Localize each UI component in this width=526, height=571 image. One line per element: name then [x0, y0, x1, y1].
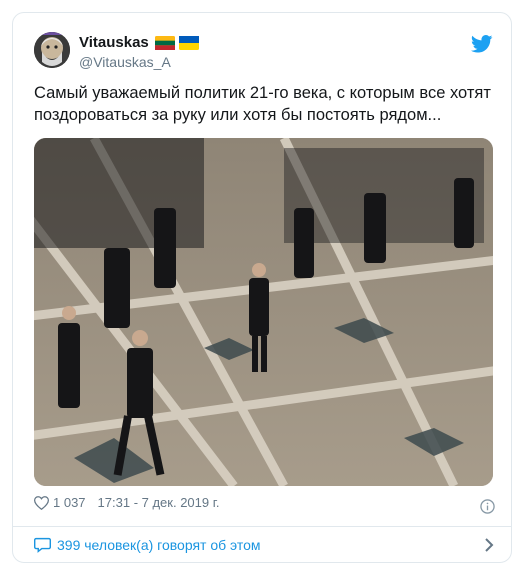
photo-scene [34, 138, 493, 486]
ukraine-flag-icon [178, 35, 199, 50]
twitter-bird-icon[interactable] [471, 35, 493, 53]
info-icon[interactable] [480, 499, 495, 514]
conversation-count-text: 399 человек(а) говорят об этом [57, 537, 261, 553]
speech-bubble-icon [34, 537, 51, 553]
lithuania-flag-icon [154, 35, 175, 50]
conversation-link[interactable]: 399 человек(а) говорят об этом [34, 535, 494, 555]
tweet-card: Vitauskas @Vitauskas_A Самый уважаемый п… [12, 12, 512, 563]
tweet-timestamp[interactable]: 17:31 - 7 дек. 2019 г. [98, 495, 220, 510]
author-flags [154, 35, 199, 50]
like-count: 1 037 [53, 495, 86, 510]
author-row: Vitauskas [79, 34, 199, 51]
tweet-photo[interactable] [34, 138, 493, 486]
author-handle[interactable]: @Vitauskas_A [79, 54, 171, 70]
tweet-text-line-1: Самый уважаемый политик 21-го века, с ко… [34, 84, 491, 102]
tweet-text: Самый уважаемый политик 21-го века, с ко… [34, 82, 494, 126]
author-name[interactable]: Vitauskas [79, 34, 149, 51]
heart-icon [34, 495, 49, 510]
tweet-meta: 1 037 17:31 - 7 дек. 2019 г. [34, 495, 220, 510]
divider [13, 526, 511, 527]
chevron-right-icon [485, 538, 494, 552]
like-button[interactable]: 1 037 [34, 495, 86, 510]
avatar[interactable] [34, 32, 70, 68]
tweet-text-line-2: поздороваться за руку или хотя бы постоя… [34, 106, 442, 124]
